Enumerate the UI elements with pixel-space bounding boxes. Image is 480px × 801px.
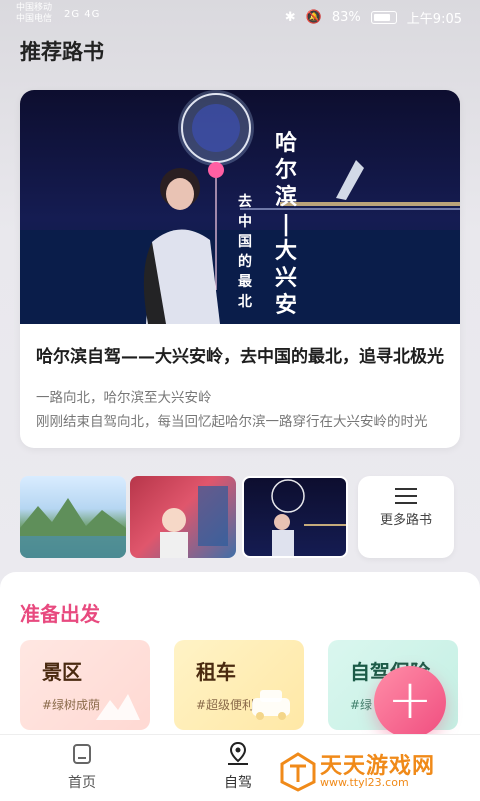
- status-right: ✱ 🔕 83% 上午9:05: [285, 8, 462, 27]
- carrier-labels: 中国移动 中国电信: [16, 3, 52, 25]
- section-title-recommend: 推荐路书: [20, 40, 104, 64]
- service-tag: #绿树成荫: [42, 698, 101, 712]
- section-title-prepare: 准备出发: [20, 602, 100, 626]
- battery-percent: 83%: [331, 10, 361, 25]
- route-thumbnail-2[interactable]: [130, 476, 236, 558]
- tab-drive[interactable]: 自驾: [198, 740, 278, 792]
- route-thumbnail-1[interactable]: [20, 476, 126, 558]
- featured-image: 哈 尔 滨 | 大 兴 安 去 中 国 的 最 北: [20, 90, 460, 324]
- service-tag: #绿: [350, 698, 373, 712]
- featured-title: 哈尔滨自驾——大兴安岭，去中国的最北，追寻北极光: [36, 347, 444, 367]
- status-bar: 中国移动 中国电信 2G 4G ✱ 🔕 83% 上午9:05: [0, 0, 480, 32]
- watermark-logo: [280, 752, 316, 792]
- service-title: 租车: [196, 660, 236, 684]
- bluetooth-icon: ✱: [284, 10, 296, 25]
- overlay-char: 大: [274, 239, 297, 264]
- more-routes-label: 更多路书: [379, 513, 432, 528]
- tab-drive-label: 自驾: [224, 775, 252, 791]
- overlay-char: 兴: [274, 266, 297, 291]
- overlay-char: 去: [238, 194, 252, 210]
- landscape-thumbnail: [20, 498, 126, 558]
- night-thumbnail: [271, 479, 346, 556]
- featured-route-card[interactable]: 哈 尔 滨 | 大 兴 安 去 中 国 的 最 北 哈尔滨自驾——大兴安岭，去中…: [20, 90, 460, 448]
- service-card-rental[interactable]: 租车 #超级便利: [174, 640, 304, 730]
- featured-subtitle-1: 一路向北，哈尔滨至大兴安岭: [36, 390, 212, 406]
- watermark-url: www.ttyl23.com: [320, 776, 409, 789]
- mountain-icon: [96, 694, 140, 720]
- add-fab-button[interactable]: +: [374, 666, 446, 738]
- hero-overlay-left-text: 去 中 国 的 最 北: [234, 192, 256, 312]
- service-card-scenic[interactable]: 景区 #绿树成荫: [20, 640, 150, 730]
- featured-subtitle-2: 刚刚结束自驾向北，每当回忆起哈尔滨一路穿行在大兴安岭的时光: [36, 414, 428, 430]
- carrier-2: 中国电信: [16, 14, 53, 24]
- more-routes-button[interactable]: 更多路书: [358, 476, 454, 558]
- overlay-char: 最: [238, 274, 252, 290]
- watermark: 天天游戏网 www.ttyl23.com: [278, 748, 478, 796]
- menu-icon: [395, 488, 417, 504]
- location-icon: [228, 741, 248, 765]
- route-thumbnail-3[interactable]: [242, 476, 348, 558]
- tab-home[interactable]: 首页: [42, 740, 122, 792]
- overlay-char: 哈: [274, 131, 297, 156]
- street-thumbnail: [160, 486, 228, 558]
- tab-home-label: 首页: [68, 775, 96, 791]
- overlay-char: 国: [238, 234, 252, 250]
- overlay-char: 中: [238, 214, 252, 230]
- overlay-char: 尔: [274, 158, 297, 183]
- signal-icon: 2G 4G: [64, 9, 101, 20]
- service-title: 景区: [42, 660, 82, 684]
- home-icon: [73, 744, 91, 764]
- overlay-char: 安: [274, 293, 297, 318]
- hero-overlay-right-text: 哈 尔 滨 | 大 兴 安: [266, 130, 306, 319]
- clock: 上午9:05: [406, 12, 462, 27]
- mute-icon: 🔕: [305, 10, 322, 25]
- battery-icon: [370, 11, 397, 24]
- overlay-char: 滨: [274, 185, 297, 210]
- carrier-1: 中国移动: [16, 3, 53, 13]
- overlay-char: |: [281, 212, 291, 237]
- car-icon: [252, 690, 290, 720]
- overlay-char: 北: [238, 294, 252, 310]
- overlay-char: 的: [238, 254, 252, 270]
- service-tag: #超级便利: [196, 698, 255, 712]
